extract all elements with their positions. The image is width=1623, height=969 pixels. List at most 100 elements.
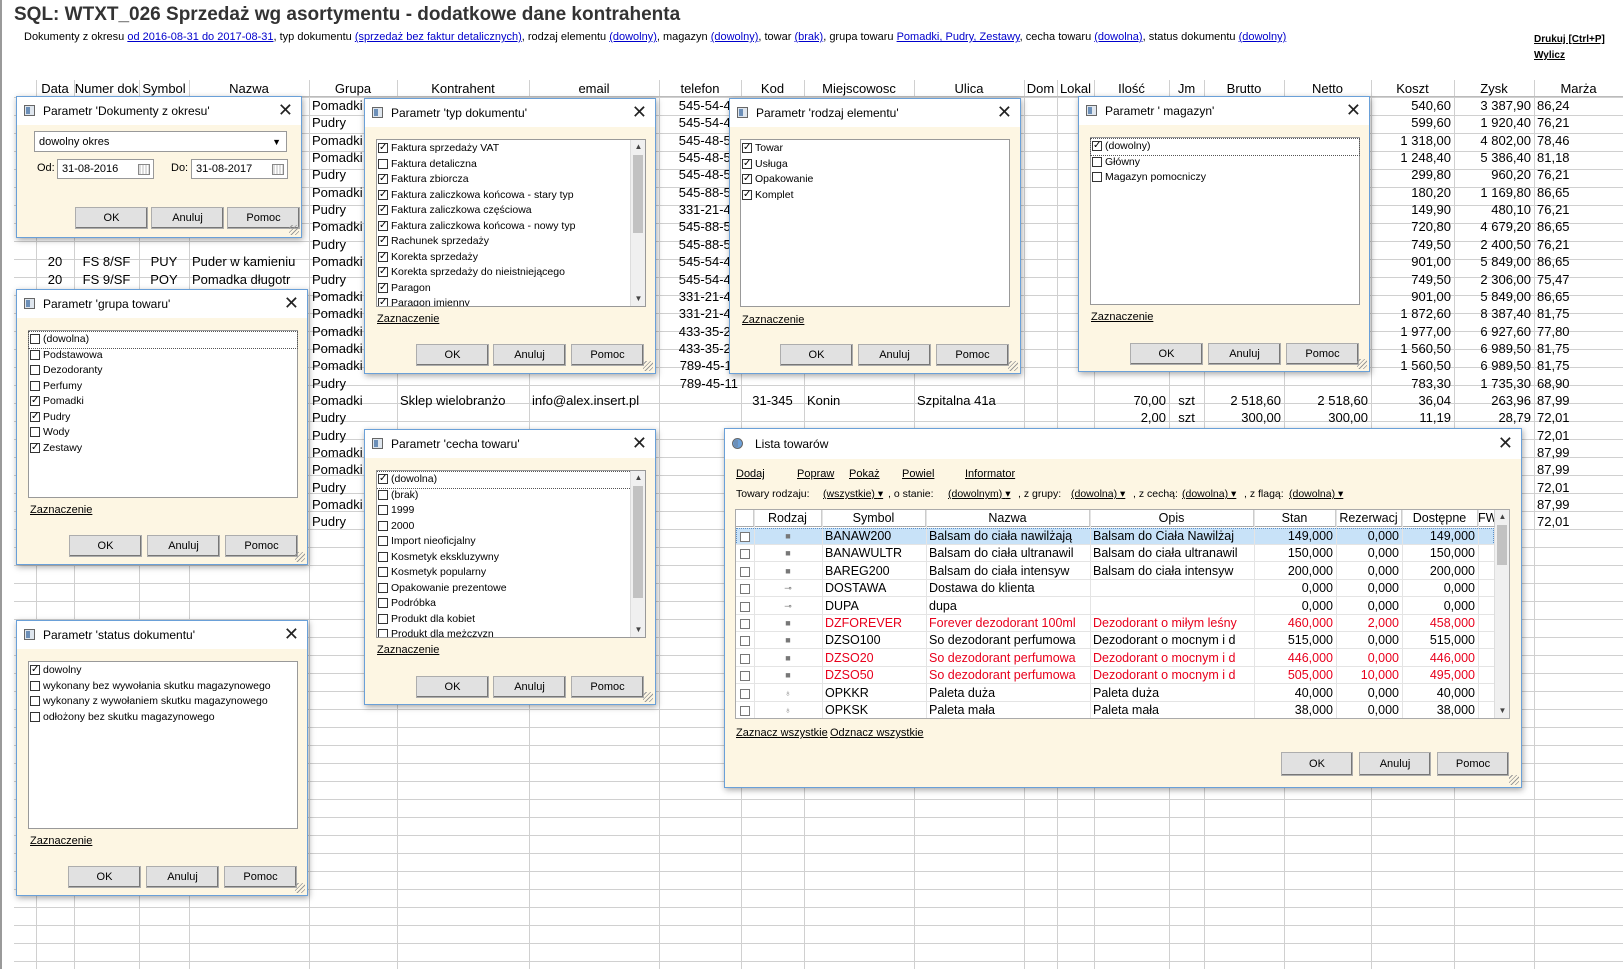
parameter-link[interactable]: (dowolna) [1094,31,1142,43]
checkbox[interactable] [378,158,388,169]
close-icon[interactable]: ✕ [1346,97,1361,123]
element-type-list[interactable]: ✓ Towar ✓ Usługa ✓ Opakowanie ✓ Komplet [740,139,1010,307]
list-item[interactable]: (brak) [377,488,645,504]
list-item[interactable]: Podróbka [377,596,645,612]
list-item[interactable]: ✓ dowolny [29,663,297,679]
column-header[interactable]: Nazwa [926,510,1090,527]
row-checkbox[interactable] [740,566,750,577]
list-item[interactable]: ✓ Usługa [741,157,1009,173]
cancel-button[interactable]: Anuluj [858,344,931,366]
print-link[interactable]: Drukuj [Ctrl+P] [1534,32,1605,48]
calendar-icon[interactable] [272,164,284,175]
list-item[interactable]: 1999 [377,503,645,519]
select-all-link[interactable]: Zaznacz wszystkie [736,727,828,739]
filter-group-dropdown[interactable]: (dowolna) ▾ [1071,488,1125,500]
close-icon[interactable]: ✕ [997,99,1012,125]
list-item[interactable]: Produkt dla kobiet [377,612,645,628]
checkbox[interactable] [378,551,388,562]
cancel-button[interactable]: Anuluj [146,866,219,888]
checkbox[interactable] [1092,172,1102,182]
checkbox[interactable] [378,582,388,593]
parameter-link[interactable]: (dowolny) [711,31,759,43]
checkbox[interactable]: ✓ [378,189,388,200]
filter-flag-dropdown[interactable]: (dowolna) ▾ [1289,488,1343,500]
list-item[interactable]: ✓ (dowolny) [1090,138,1360,156]
row-checkbox[interactable] [740,653,750,664]
filter-type-dropdown[interactable]: (wszystkie) ▾ [823,488,883,500]
checkbox[interactable]: ✓ [30,665,40,675]
list-item[interactable]: (dowolna) [28,331,298,349]
calculate-link[interactable]: Wylicz [1534,48,1605,64]
checkbox[interactable]: ✓ [378,143,388,153]
resize-grip[interactable] [295,883,305,893]
duplicate-link[interactable]: Powiel [902,468,934,480]
checkbox[interactable] [30,380,40,391]
checkbox[interactable] [378,489,388,500]
list-item[interactable]: Kosmetyk popularny [377,565,645,581]
checkbox[interactable]: ✓ [30,396,40,406]
checkbox[interactable]: ✓ [1092,141,1102,151]
parameter-link[interactable]: (sprzedaż bez faktur detalicznych) [355,31,522,43]
ok-button[interactable]: OK [1281,752,1353,776]
column-header[interactable]: Numer dok [74,80,139,97]
scrollbar[interactable]: ▲ ▼ [1494,510,1509,718]
scrollbar[interactable]: ▲ ▼ [630,140,645,306]
checkbox[interactable]: ✓ [378,474,388,484]
column-header[interactable]: Rodzaj [754,510,822,527]
selection-link[interactable]: Zaznaczenie [30,835,92,847]
parameter-link[interactable]: (dowolny) [1239,31,1287,43]
list-item[interactable]: ✓ Paragon imienny [377,296,645,306]
checkbox[interactable]: ✓ [378,267,388,277]
close-icon[interactable]: ✕ [284,621,299,647]
ok-button[interactable]: OK [1130,343,1203,365]
checkbox[interactable] [378,613,388,624]
column-header[interactable]: Symbol [139,80,189,97]
row-checkbox[interactable] [740,636,750,647]
column-header[interactable]: Netto [1284,80,1371,97]
list-item[interactable]: ✓ Korekta sprzedaży [377,250,645,266]
scroll-down-icon[interactable]: ▼ [1495,704,1509,718]
column-header[interactable]: Rezerwacj [1336,510,1402,527]
resize-grip[interactable] [643,692,653,702]
scroll-up-icon[interactable]: ▲ [1495,510,1509,524]
list-item[interactable]: Import nieoficjalny [377,534,645,550]
list-item[interactable]: wykonany z wywołaniem skutku magazynoweg… [29,694,297,710]
list-item[interactable]: ✓ Faktura zaliczkowa końcowa - stary typ [377,188,645,204]
warehouse-list[interactable]: ✓ (dowolny) Główny Magazyn pomocniczy [1090,137,1360,305]
help-button[interactable]: Pomoc [1437,752,1509,776]
product-feature-list[interactable]: ✓ (dowolna) (brak) 1999 2000 Import nieoficja… [376,470,646,638]
list-item[interactable]: ✓ Paragon [377,281,645,297]
resize-grip[interactable] [295,552,305,562]
scroll-thumb[interactable] [633,486,643,598]
close-icon[interactable]: ✕ [632,99,647,125]
help-button[interactable]: Pomoc [224,866,297,888]
checkbox[interactable]: ✓ [30,411,40,422]
product-group-list[interactable]: (dowolna) Podstawowa Dezodoranty Perfumy ✓ Po… [28,330,298,498]
column-header[interactable]: telefon [659,80,741,97]
list-item[interactable]: Perfumy [29,379,297,395]
scroll-thumb[interactable] [633,155,643,233]
checkbox[interactable] [378,505,388,515]
column-header[interactable]: Kontrahent [397,80,529,97]
checkbox[interactable] [30,334,40,344]
list-item[interactable]: 2000 [377,519,645,535]
help-button[interactable]: Pomoc [571,676,644,698]
checkbox[interactable]: ✓ [378,298,388,306]
parameter-link[interactable]: (brak) [794,31,823,43]
checkbox[interactable] [30,349,40,360]
calendar-icon[interactable] [138,164,150,175]
checkbox[interactable] [378,520,388,531]
period-select[interactable]: dowolny okres ▼ [34,131,287,152]
selection-link[interactable]: Zaznaczenie [1091,311,1153,323]
checkbox[interactable]: ✓ [742,174,752,184]
selection-link[interactable]: Zaznaczenie [377,313,439,325]
close-icon[interactable]: ✕ [278,97,293,123]
checkbox[interactable]: ✓ [378,251,388,262]
close-icon[interactable]: ✕ [284,290,299,316]
checkbox[interactable]: ✓ [378,220,388,231]
checkbox[interactable]: ✓ [742,143,752,153]
checkbox[interactable]: ✓ [378,174,388,184]
checkbox[interactable]: ✓ [378,205,388,215]
resize-grip[interactable] [1509,775,1519,785]
column-header[interactable]: Ulica [914,80,1024,97]
